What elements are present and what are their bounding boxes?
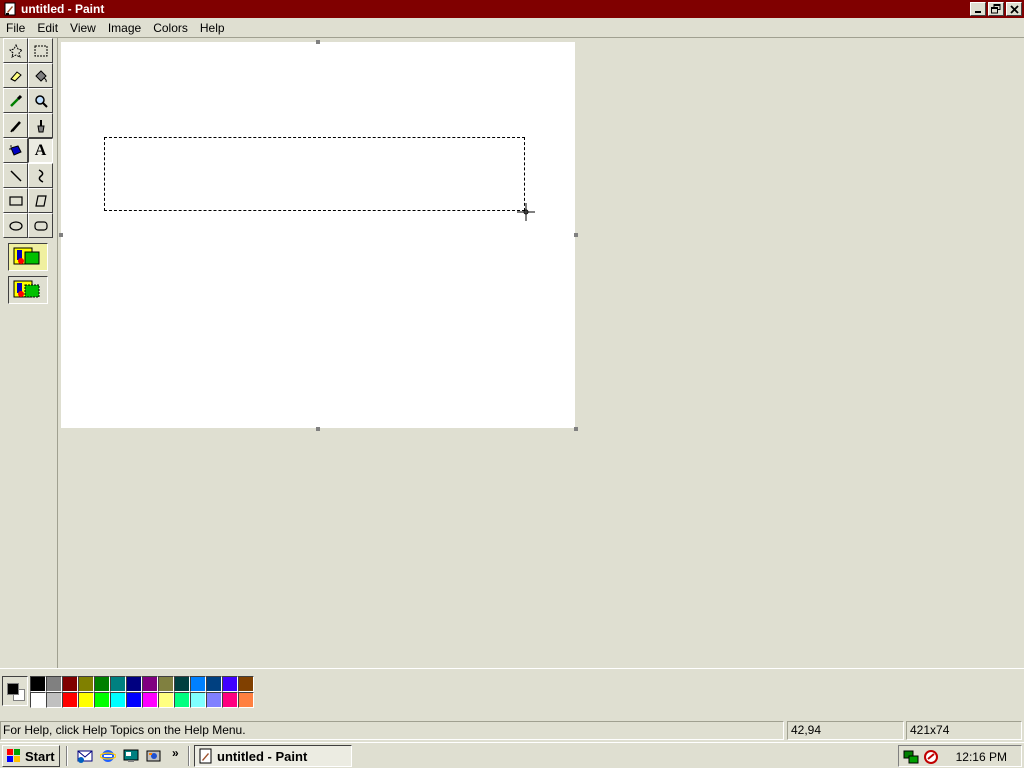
crosshair-cursor-icon	[517, 203, 535, 221]
title-bar: untitled - Paint	[0, 0, 1024, 18]
resize-handle-left	[59, 233, 63, 237]
minimize-icon[interactable]	[970, 2, 986, 16]
paint-task-icon	[199, 748, 212, 764]
taskbar-clock[interactable]: 12:16 PM	[956, 750, 1007, 764]
color-swatch[interactable]	[238, 676, 254, 692]
color-swatch[interactable]	[142, 692, 158, 708]
color-swatch[interactable]	[206, 676, 222, 692]
task-divider	[188, 746, 190, 766]
color-palette	[0, 668, 1024, 716]
color-swatch[interactable]	[238, 692, 254, 708]
start-label: Start	[25, 748, 55, 764]
color-swatch[interactable]	[110, 692, 126, 708]
windows-logo-icon	[7, 749, 20, 762]
rectangle-select-icon[interactable]	[28, 38, 53, 63]
ellipse-icon[interactable]	[3, 213, 28, 238]
opaque-background-icon[interactable]	[8, 243, 48, 271]
text-icon[interactable]: A	[28, 138, 53, 163]
color-swatch[interactable]	[94, 676, 110, 692]
system-tray: 12:16 PM	[898, 745, 1022, 767]
status-bar: For Help, click Help Topics on the Help …	[0, 719, 1024, 740]
color-swatch[interactable]	[206, 692, 222, 708]
channels-icon[interactable]	[146, 748, 162, 764]
current-colors	[2, 676, 28, 706]
task-button-label: untitled - Paint	[217, 748, 308, 764]
desktop-icon[interactable]	[123, 748, 139, 764]
color-swatch[interactable]	[62, 692, 78, 708]
start-button[interactable]: Start	[2, 745, 60, 767]
rounded-rectangle-icon[interactable]	[28, 213, 53, 238]
menu-edit[interactable]: Edit	[31, 21, 64, 35]
magnifier-icon[interactable]	[28, 88, 53, 113]
eraser-icon[interactable]	[3, 63, 28, 88]
color-swatch[interactable]	[94, 692, 110, 708]
color-swatch[interactable]	[190, 676, 206, 692]
color-swatch[interactable]	[126, 692, 142, 708]
volume-icon[interactable]	[923, 749, 939, 765]
line-icon[interactable]	[3, 163, 28, 188]
status-size: 421x74	[906, 721, 1022, 740]
close-icon[interactable]	[1006, 2, 1022, 16]
resize-handle-right[interactable]	[574, 233, 578, 237]
free-form-select-icon[interactable]	[3, 38, 28, 63]
color-swatch[interactable]	[158, 676, 174, 692]
text-tool-glyph: A	[34, 141, 47, 159]
status-position: 42,94	[787, 721, 904, 740]
task-button-paint[interactable]: untitled - Paint	[194, 745, 352, 767]
foreground-color-swatch	[7, 683, 19, 695]
menu-view[interactable]: View	[64, 21, 102, 35]
color-swatch[interactable]	[190, 692, 206, 708]
color-swatch[interactable]	[158, 692, 174, 708]
taskbar: Start » untitled - Paint 12:16 PM	[0, 742, 1024, 768]
pencil-icon[interactable]	[3, 113, 28, 138]
color-swatch[interactable]	[62, 676, 78, 692]
menu-bar: File Edit View Image Colors Help	[0, 18, 1024, 38]
window-title: untitled - Paint	[21, 2, 105, 16]
restore-icon[interactable]	[988, 2, 1004, 16]
color-swatch[interactable]	[222, 676, 238, 692]
outlook-express-icon[interactable]	[77, 748, 93, 764]
color-swatch[interactable]	[142, 676, 158, 692]
menu-colors[interactable]: Colors	[147, 21, 194, 35]
quick-launch-more[interactable]: »	[172, 746, 179, 760]
airbrush-icon[interactable]	[3, 138, 28, 163]
color-swatch[interactable]	[126, 676, 142, 692]
paint-app-icon[interactable]	[2, 1, 18, 17]
resize-handle-corner[interactable]	[574, 427, 578, 431]
resize-handle-bottom[interactable]	[316, 427, 320, 431]
toolbox: A	[0, 38, 58, 668]
transparent-background-icon[interactable]	[8, 276, 48, 304]
color-swatch[interactable]	[30, 676, 46, 692]
menu-image[interactable]: Image	[102, 21, 147, 35]
drawing-canvas[interactable]	[61, 42, 575, 428]
color-swatch[interactable]	[174, 676, 190, 692]
eyedropper-icon[interactable]	[3, 88, 28, 113]
color-swatch[interactable]	[110, 676, 126, 692]
color-swatch[interactable]	[46, 692, 62, 708]
text-selection-box[interactable]	[104, 137, 525, 211]
resize-handle-top	[316, 40, 320, 44]
color-swatch[interactable]	[78, 676, 94, 692]
color-swatch[interactable]	[174, 692, 190, 708]
color-swatch[interactable]	[30, 692, 46, 708]
internet-explorer-icon[interactable]	[100, 748, 116, 764]
network-icon[interactable]	[903, 749, 919, 765]
status-help-text: For Help, click Help Topics on the Help …	[0, 721, 784, 740]
color-swatch[interactable]	[78, 692, 94, 708]
menu-file[interactable]: File	[0, 21, 31, 35]
color-swatch[interactable]	[222, 692, 238, 708]
quick-launch-divider	[66, 746, 68, 766]
color-swatch[interactable]	[46, 676, 62, 692]
curve-icon[interactable]	[28, 163, 53, 188]
brush-icon[interactable]	[28, 113, 53, 138]
fill-bucket-icon[interactable]	[28, 63, 53, 88]
canvas-workspace	[59, 39, 1024, 667]
palette-swatches	[30, 676, 254, 708]
rectangle-icon[interactable]	[3, 188, 28, 213]
menu-help[interactable]: Help	[194, 21, 231, 35]
polygon-icon[interactable]	[28, 188, 53, 213]
